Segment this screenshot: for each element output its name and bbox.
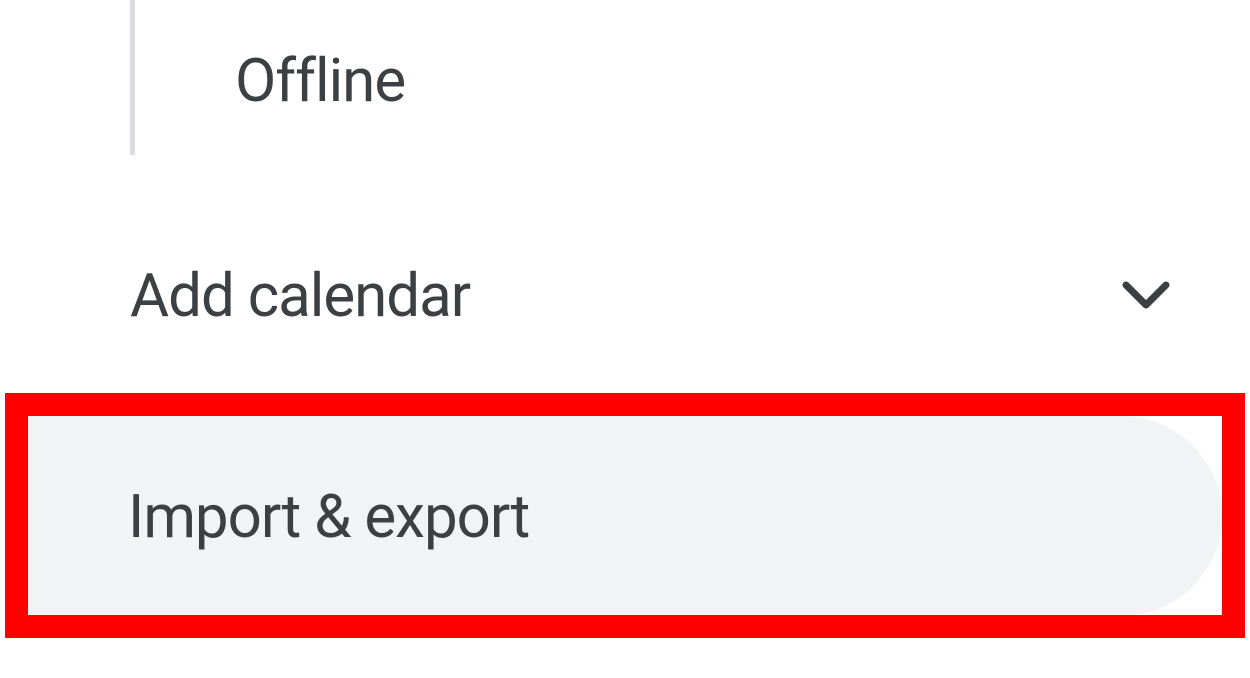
sidebar-item-offline[interactable]: Offline: [130, 45, 405, 116]
settings-sidebar: Offline Add calendar Import & export: [0, 0, 1250, 678]
chevron-down-icon: [1122, 272, 1170, 320]
offline-label: Offline: [130, 45, 405, 116]
sidebar-item-add-calendar[interactable]: Add calendar: [130, 260, 1170, 331]
highlight-annotation: [5, 393, 1245, 638]
add-calendar-label: Add calendar: [130, 260, 470, 331]
